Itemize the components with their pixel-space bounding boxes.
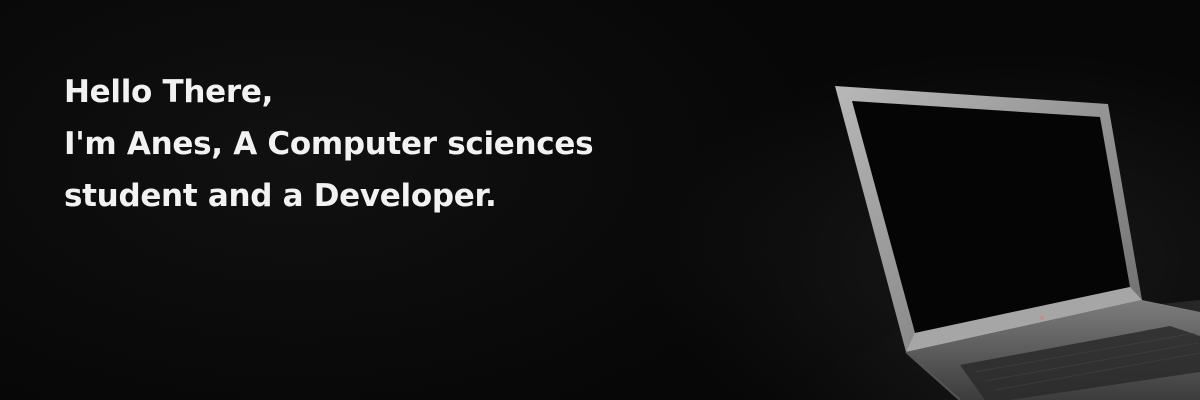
hero-intro-line-2: student and a Developer.	[64, 178, 497, 214]
hero-heading: Hello There, I'm Anes, A Computer scienc…	[64, 66, 594, 222]
laptop-logo-mark	[1040, 316, 1044, 320]
hero-section: Hello There, I'm Anes, A Computer scienc…	[0, 0, 1200, 400]
hero-greeting: Hello There,	[64, 74, 274, 110]
hero-intro-line-1: I'm Anes, A Computer sciences	[64, 126, 594, 162]
